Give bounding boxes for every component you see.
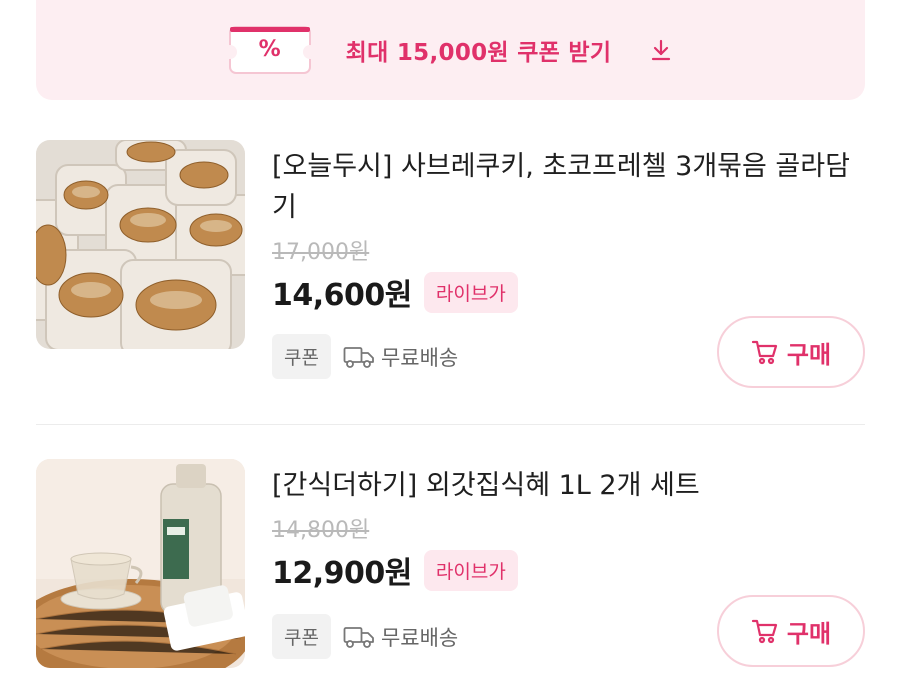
cart-icon — [751, 340, 778, 365]
product-title[interactable]: [오늘두시] 사브레쿠키, 초코프레첼 3개묶음 골라담기 — [272, 146, 862, 228]
original-price: 17,000원 — [272, 240, 370, 265]
free-shipping-label: 무료배송 — [380, 625, 459, 650]
free-shipping-label: 무료배송 — [380, 345, 459, 370]
free-shipping-tag: 무료배송 — [343, 342, 458, 372]
product-title[interactable]: [간식더하기] 외갓집식혜 1L 2개 세트 — [272, 465, 862, 506]
coupon-ticket-icon: % — [227, 23, 312, 77]
live-price-badge: 라이브가 — [423, 271, 518, 313]
product-divider — [36, 424, 865, 425]
coupon-banner-label: 최대 15,000원 쿠폰 받기 — [345, 40, 612, 66]
coupon-tag: 쿠폰 — [272, 334, 331, 379]
live-product-list: % 최대 15,000원 쿠폰 받기 [오늘두시] 사브레쿠키, 초코프레첼 3… — [0, 0, 900, 696]
price-row: 14,600원 라이브가 — [272, 270, 862, 314]
product-image-sikhye[interactable] — [36, 459, 245, 668]
product-item: [오늘두시] 사브레쿠키, 초코프레첼 3개묶음 골라담기 17,000원 14… — [36, 140, 865, 426]
sale-price: 12,900원 — [272, 556, 412, 591]
buy-button[interactable]: 구매 — [717, 316, 865, 388]
sale-price: 14,600원 — [272, 278, 412, 313]
truck-icon — [343, 626, 374, 648]
coupon-tag: 쿠폰 — [272, 614, 331, 659]
cart-icon — [751, 619, 778, 644]
coupon-ticket-symbol: % — [258, 37, 281, 62]
buy-button[interactable]: 구매 — [717, 595, 865, 667]
coupon-download-banner[interactable]: % 최대 15,000원 쿠폰 받기 — [36, 0, 865, 100]
price-row: 12,900원 라이브가 — [272, 548, 862, 592]
original-price: 14,800원 — [272, 518, 370, 543]
product-image-cookies[interactable] — [36, 140, 245, 349]
free-shipping-tag: 무료배송 — [343, 622, 458, 652]
buy-button-label: 구매 — [786, 340, 832, 369]
live-price-badge: 라이브가 — [423, 549, 518, 591]
truck-icon — [343, 346, 374, 368]
product-item: [간식더하기] 외갓집식혜 1L 2개 세트 14,800원 12,900원 라… — [36, 459, 865, 696]
buy-button-label: 구매 — [786, 619, 832, 648]
download-icon — [649, 38, 673, 62]
